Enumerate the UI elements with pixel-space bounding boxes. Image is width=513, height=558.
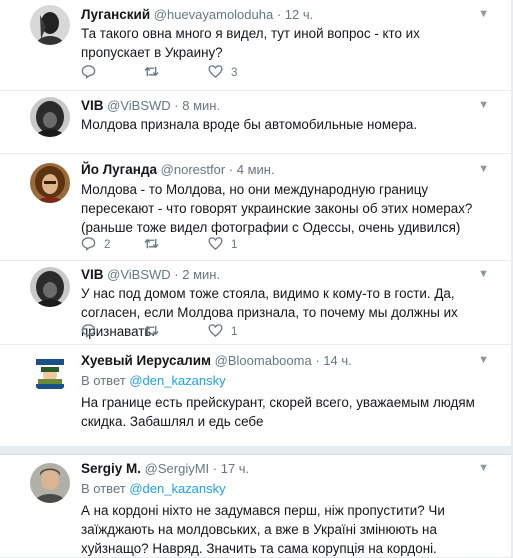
username[interactable]: @ViBSWD [107, 98, 171, 113]
timestamp[interactable]: · 12 ч. [277, 7, 313, 22]
timestamp[interactable]: · 2 мин. [174, 267, 220, 282]
tweet-text: На границе есть прейскурант, скорей всег… [81, 395, 475, 429]
tweet[interactable]: VIB @ViBSWD · 2 мин. ▼ У нас под домом т… [0, 261, 511, 344]
reply-icon [81, 323, 96, 341]
tweet-text: Молдова признала вроде бы автомобильные … [81, 117, 418, 132]
tweet-text: Та такого овна много я видел, тут иной в… [81, 26, 420, 60]
retweet-icon [144, 323, 159, 341]
mention-link[interactable]: @den_kazansky [129, 481, 225, 496]
retweet-button[interactable] [144, 65, 159, 81]
tweet[interactable]: Луганский @huevayamoloduha · 12 ч. ▼ Та … [0, 0, 511, 90]
retweet-button[interactable] [144, 237, 159, 253]
username[interactable]: @huevayamoloduha [154, 7, 273, 22]
display-name[interactable]: Sergiy M. [81, 461, 141, 476]
tweet[interactable]: Sergiy M. @SergiyMI · 17 ч. ▼ В ответ @d… [0, 455, 511, 557]
chevron-down-icon[interactable]: ▼ [478, 163, 489, 175]
avatar[interactable] [30, 163, 70, 203]
reply-prefix: В ответ [81, 481, 126, 496]
tweet-actions: 3 [81, 65, 381, 81]
username[interactable]: @norestfor [161, 162, 226, 177]
avatar[interactable] [30, 353, 70, 393]
tweet-header: Луганский @huevayamoloduha · 12 ч. [81, 7, 313, 22]
retweet-icon [144, 236, 159, 254]
tweet-text: Молдова - то Молдова, но они международн… [81, 182, 473, 235]
timestamp[interactable]: · 17 ч. [213, 461, 249, 476]
like-count: 1 [231, 326, 238, 338]
heart-icon [208, 64, 223, 82]
reply-prefix: В ответ [81, 373, 126, 388]
tweet-text: А на кордоні ніхто не задумався перш, ні… [81, 503, 445, 556]
username[interactable]: @Bloomabooma [215, 353, 312, 368]
display-name[interactable]: Луганский [81, 7, 150, 22]
like-button[interactable]: 1 [208, 324, 237, 340]
tweet-header: Хуевый Иерусалим @Bloomabooma · 14 ч. [81, 353, 352, 368]
retweet-button[interactable] [144, 324, 159, 340]
reply-context: В ответ @den_kazansky [81, 373, 226, 388]
chevron-down-icon[interactable]: ▼ [478, 354, 489, 366]
thread-separator [0, 446, 511, 454]
heart-icon [208, 323, 223, 341]
reply-button[interactable]: 2 [81, 237, 110, 253]
avatar[interactable] [30, 97, 70, 137]
chevron-down-icon[interactable]: ▼ [478, 8, 489, 20]
timestamp[interactable]: · 4 мин. [229, 162, 275, 177]
like-count: 1 [231, 239, 238, 251]
display-name[interactable]: Йо Луганда [81, 162, 157, 177]
timestamp[interactable]: · 8 мин. [174, 98, 220, 113]
chevron-down-icon[interactable]: ▼ [478, 268, 489, 280]
username[interactable]: @ViBSWD [107, 267, 171, 282]
reply-count: 2 [104, 239, 111, 251]
tweet-actions: 2 1 [81, 237, 381, 253]
conversation-panel: Луганский @huevayamoloduha · 12 ч. ▼ Та … [0, 0, 512, 557]
heart-icon [208, 236, 223, 254]
reply-button[interactable] [81, 324, 96, 340]
display-name[interactable]: VIB [81, 267, 104, 282]
tweet[interactable]: VIB @ViBSWD · 8 мин. ▼ Молдова признала … [0, 91, 511, 153]
avatar[interactable] [30, 267, 70, 307]
tweet[interactable]: Йо Луганда @norestfor · 4 мин. ▼ Молдова… [0, 154, 511, 260]
timestamp[interactable]: · 14 ч. [315, 353, 351, 368]
chevron-down-icon[interactable]: ▼ [478, 99, 489, 111]
display-name[interactable]: Хуевый Иерусалим [81, 353, 211, 368]
like-count: 3 [231, 67, 238, 79]
username[interactable]: @SergiyMI [145, 461, 210, 476]
tweet-header: VIB @ViBSWD · 2 мин. [81, 267, 220, 282]
display-name[interactable]: VIB [81, 98, 104, 113]
reply-icon [81, 236, 96, 254]
avatar[interactable] [30, 5, 70, 45]
tweet[interactable]: Хуевый Иерусалим @Bloomabooma · 14 ч. ▼ … [0, 345, 511, 446]
like-button[interactable]: 3 [208, 65, 237, 81]
tweet-header: Sergiy M. @SergiyMI · 17 ч. [81, 461, 249, 476]
chevron-down-icon[interactable]: ▼ [478, 462, 489, 474]
like-button[interactable]: 1 [208, 237, 237, 253]
tweet-header: VIB @ViBSWD · 8 мин. [81, 98, 220, 113]
reply-button[interactable] [81, 65, 96, 81]
mention-link[interactable]: @den_kazansky [129, 373, 225, 388]
reply-context: В ответ @den_kazansky [81, 481, 226, 496]
tweet-actions: 1 [81, 324, 381, 340]
retweet-icon [144, 64, 159, 82]
tweet-header: Йо Луганда @norestfor · 4 мин. [81, 162, 275, 177]
reply-icon [81, 64, 96, 82]
avatar[interactable] [30, 463, 70, 503]
